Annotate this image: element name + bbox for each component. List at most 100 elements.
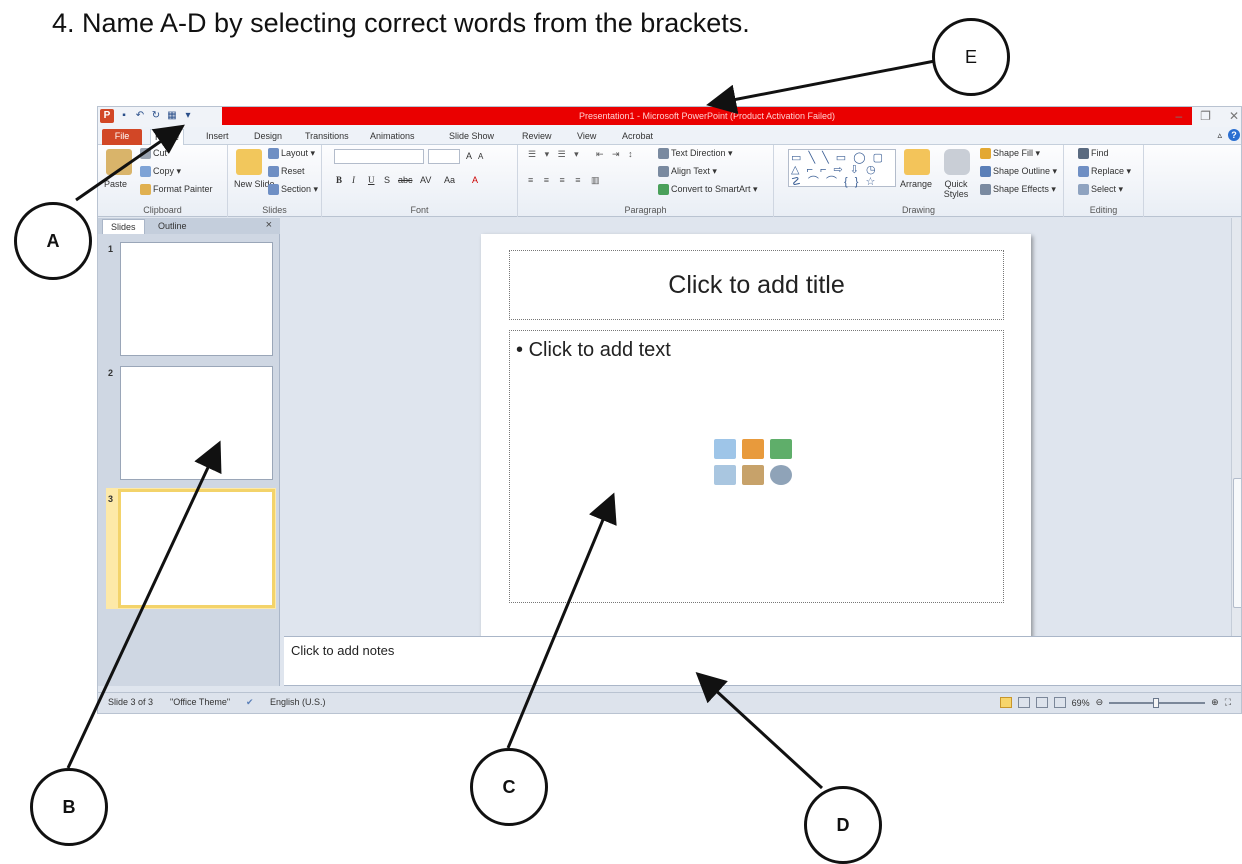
replace-button[interactable]: Replace ▾: [1078, 166, 1131, 178]
save-icon[interactable]: ▪: [118, 110, 130, 122]
reset-button[interactable]: Reset: [268, 166, 305, 178]
slide-thumbnail-2[interactable]: [120, 366, 273, 480]
scrollbar-thumb[interactable]: [1233, 478, 1241, 608]
shadow-button[interactable]: S: [384, 175, 390, 185]
tab-outline-pane[interactable]: Outline: [150, 219, 195, 234]
fit-slide-icon[interactable]: ⛶: [1225, 697, 1231, 708]
current-slide: Click to add title • Click to add text: [481, 234, 1031, 649]
indent-buttons[interactable]: ⇤ ⇥ ↕: [596, 149, 636, 160]
minimize-ribbon-icon[interactable]: ▵: [1217, 130, 1222, 141]
smartart-button[interactable]: Convert to SmartArt ▾: [658, 184, 758, 196]
zoom-slider[interactable]: [1109, 697, 1206, 708]
format-painter-button[interactable]: Format Painter: [140, 184, 213, 196]
slide-thumbnail-3[interactable]: [118, 489, 275, 608]
minimize-icon[interactable]: –: [1175, 109, 1182, 123]
section-button[interactable]: Section ▾: [268, 184, 318, 196]
insert-chart-icon[interactable]: [742, 439, 764, 459]
normal-view-icon[interactable]: [999, 697, 1012, 708]
slide-thumbnail-1[interactable]: [120, 242, 273, 356]
tab-review[interactable]: Review: [518, 129, 556, 145]
cut-button[interactable]: Cut: [140, 148, 167, 160]
insert-smartart-icon[interactable]: [770, 439, 792, 459]
tab-insert[interactable]: Insert: [202, 129, 233, 145]
slide-sorter-view-icon[interactable]: [1017, 697, 1030, 708]
grow-font-button[interactable]: A: [466, 151, 472, 161]
insert-picture-icon[interactable]: [714, 465, 736, 485]
notes-placeholder: Click to add notes: [291, 643, 395, 658]
content-placeholder[interactable]: • Click to add text: [509, 330, 1004, 603]
align-text-button[interactable]: Align Text ▾: [658, 166, 717, 178]
tab-animations[interactable]: Animations: [366, 129, 419, 145]
shape-outline-icon: [980, 166, 991, 178]
shapes-gallery[interactable]: ▭ ╲ ╲ ▭ ◯ ▢ △ ⌐ ⌐ ⇨ ⇩ ◷ ☡ ⌒ ⌒ { } ☆: [788, 149, 896, 188]
text-direction-button[interactable]: Text Direction ▾: [658, 148, 733, 160]
bold-button[interactable]: B: [336, 175, 342, 185]
copy-button[interactable]: Copy ▾: [140, 166, 181, 178]
insert-table-icon[interactable]: [714, 439, 736, 459]
new-slide-icon[interactable]: [236, 149, 262, 175]
zoom-out-icon[interactable]: ⊖: [1096, 697, 1104, 708]
shape-fill-button[interactable]: Shape Fill ▾: [980, 148, 1040, 160]
title-placeholder[interactable]: Click to add title: [509, 250, 1004, 320]
quick-styles-button[interactable]: Quick Styles: [938, 179, 974, 199]
slides-pane: Slides Outline × 1 2 3: [98, 218, 280, 686]
italic-button[interactable]: I: [352, 175, 355, 185]
select-icon: [1078, 184, 1089, 196]
window-title: Presentation1 - Microsoft PowerPoint (Pr…: [222, 107, 1192, 125]
shape-effects-button[interactable]: Shape Effects ▾: [980, 184, 1056, 196]
close-window-icon[interactable]: ✕: [1229, 109, 1239, 123]
title-bar: P ▪ ↶ ↻ ▦ ▾ Presentation1 - Microsoft Po…: [98, 107, 1241, 127]
insert-media-icon[interactable]: [770, 465, 792, 485]
shrink-font-button[interactable]: A: [478, 152, 483, 161]
slideshow-view-icon[interactable]: [1053, 697, 1066, 708]
close-pane-icon[interactable]: ×: [266, 219, 272, 231]
char-spacing-button[interactable]: AV: [420, 175, 431, 185]
tab-acrobat[interactable]: Acrobat: [618, 129, 657, 145]
bullet-glyph: •: [516, 339, 524, 361]
shape-outline-button[interactable]: Shape Outline ▾: [980, 166, 1057, 178]
change-case-button[interactable]: Aa: [444, 175, 455, 185]
bullets-button[interactable]: ☰ ▾ ☰ ▾: [528, 149, 582, 160]
zoom-level[interactable]: 69%: [1072, 698, 1090, 708]
underline-button[interactable]: U: [368, 175, 375, 185]
undo-icon[interactable]: ↶: [134, 110, 146, 122]
restore-icon[interactable]: ❐: [1200, 109, 1211, 123]
paste-icon[interactable]: [106, 149, 132, 175]
strikethrough-button[interactable]: abc: [398, 175, 413, 185]
tab-design[interactable]: Design: [250, 129, 286, 145]
redo-icon[interactable]: ↻: [150, 110, 162, 122]
vertical-scrollbar[interactable]: [1231, 218, 1241, 636]
tab-slide-show[interactable]: Slide Show: [445, 129, 498, 145]
select-button[interactable]: Select ▾: [1078, 184, 1123, 196]
arrange-button[interactable]: Arrange: [900, 179, 932, 189]
notes-pane[interactable]: Click to add notes: [284, 636, 1241, 686]
reading-view-icon[interactable]: [1035, 697, 1048, 708]
help-icon[interactable]: ?: [1228, 129, 1240, 141]
insert-clipart-icon[interactable]: [742, 465, 764, 485]
zoom-slider-knob[interactable]: [1153, 697, 1160, 708]
select-label: Select: [1091, 184, 1117, 194]
shape-effects-label: Shape Effects: [993, 184, 1049, 194]
customize-qat-icon[interactable]: ▾: [182, 110, 194, 122]
layout-button[interactable]: Layout ▾: [268, 148, 315, 160]
quick-styles-icon[interactable]: [944, 149, 970, 175]
tab-view[interactable]: View: [573, 129, 600, 145]
find-button[interactable]: Find: [1078, 148, 1109, 160]
group-slides: New Slide Layout ▾ Reset Section ▾ Slide…: [228, 145, 322, 217]
align-buttons[interactable]: ≡ ≡ ≡ ≡ ▥: [528, 175, 604, 186]
font-group-label: Font: [410, 205, 429, 215]
tab-file[interactable]: File: [102, 129, 142, 145]
font-color-button[interactable]: A: [472, 175, 478, 185]
theme-name[interactable]: "Office Theme": [170, 697, 230, 707]
font-name-select[interactable]: [334, 149, 424, 164]
language-indicator[interactable]: English (U.S.): [270, 697, 326, 707]
paste-button[interactable]: Paste: [104, 179, 127, 189]
font-size-select[interactable]: [428, 149, 460, 164]
tab-transitions[interactable]: Transitions: [301, 129, 353, 145]
tab-slides-pane[interactable]: Slides: [102, 219, 145, 234]
zoom-in-icon[interactable]: ⊕: [1211, 697, 1219, 708]
slideshow-icon[interactable]: ▦: [166, 110, 178, 122]
arrange-icon[interactable]: [904, 149, 930, 175]
tab-home[interactable]: Home: [150, 129, 185, 145]
spellcheck-icon[interactable]: ✔: [246, 697, 254, 708]
